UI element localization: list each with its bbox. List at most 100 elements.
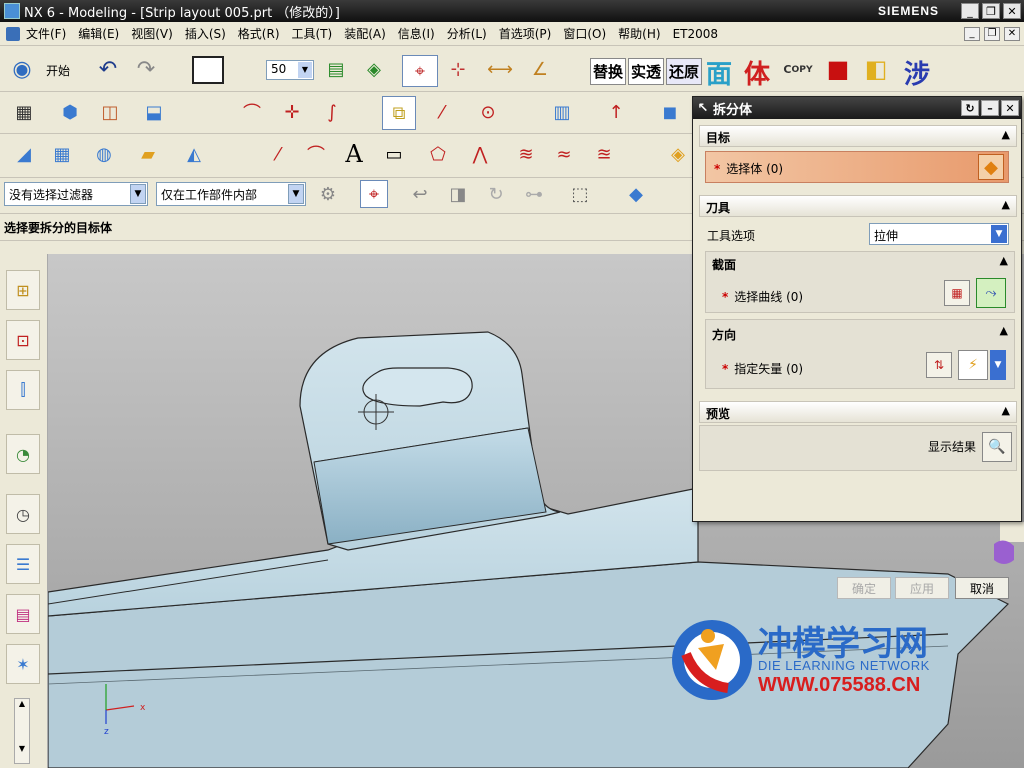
restore-button[interactable]: ❐ [982,3,1000,19]
chevron-up-icon[interactable]: ▲ [1002,198,1010,211]
history-clock-icon[interactable]: ◷ [6,494,40,534]
menu-analysis[interactable]: 分析(L) [441,25,493,42]
tool-option-select[interactable]: 拉伸 ▼ [869,223,1009,245]
dialog-minimize-button[interactable]: – [981,100,999,116]
basic-line-icon[interactable]: ⁄ [264,140,292,168]
part-navigator-tab-icon[interactable]: ⫿ [6,370,40,410]
feature-icon[interactable]: ◫ [96,98,124,126]
join-curve-icon[interactable]: ⧉ [382,96,416,130]
preview-section-header[interactable]: 预览 ▲ [699,401,1017,423]
menu-file[interactable]: 文件(F) [20,25,72,42]
scroll-arrows[interactable]: ▲ ▼ [14,698,30,764]
sketch-section-icon[interactable]: ▦ [944,280,970,306]
system-materials-icon[interactable]: ☰ [6,544,40,584]
close-button[interactable]: ✕ [1003,3,1021,19]
reset-icon[interactable]: ↻ [961,100,979,116]
datum-plane-icon[interactable]: ⬓ [140,98,168,126]
apply-button[interactable]: 应用 [895,577,949,599]
constraint-navigator-icon[interactable]: ⊡ [6,320,40,360]
restore-tool-button[interactable]: 还原 [666,58,703,85]
body-tool-button[interactable]: 体 [744,54,770,91]
select-all-icon[interactable]: ⚙ [314,180,342,208]
measure-angle-icon[interactable]: ∠ [526,55,554,83]
deselect-icon[interactable]: ↩ [406,180,434,208]
intersect-curve-icon[interactable]: ✛ [278,98,306,126]
text-icon[interactable]: A [340,140,368,168]
minimize-button[interactable]: _ [961,3,979,19]
arc-icon[interactable]: ⌒ [302,140,330,168]
chevron-up-icon[interactable]: ▲ [1002,128,1010,141]
scroll-up-icon[interactable]: ▲ [15,699,29,708]
reverse-direction-icon[interactable]: ⇅ [926,352,952,378]
scroll-down-icon[interactable]: ▼ [15,744,29,753]
start-label[interactable]: 开始 [46,62,70,79]
sketch-icon[interactable]: ▦ [10,98,38,126]
offset-curve-icon[interactable]: ≋ [512,140,540,168]
doc-close-button[interactable]: ✕ [1004,26,1020,41]
layer-settings-icon[interactable]: ▤ [322,55,350,83]
red-cube-icon[interactable]: ■ [824,55,852,83]
spline-icon[interactable]: ∫ [318,98,346,126]
dialog-pin-icon[interactable]: ↖ [693,101,713,116]
block-icon[interactable]: ◼ [656,98,684,126]
reuse-library-icon[interactable]: ◔ [6,434,40,474]
interference-tool-button[interactable]: 涉 [904,54,930,91]
view-cube-icon[interactable]: ◈ [664,140,692,168]
wcs-dynamics-icon[interactable]: ⌖ [402,55,438,87]
polygon-icon[interactable]: ⬠ [424,140,452,168]
snap-point-icon[interactable]: ⌖ [360,180,388,208]
move-to-layer-icon[interactable]: ◈ [360,55,388,83]
rectangle-icon[interactable]: ▭ [380,140,408,168]
line-icon[interactable]: ⁄ [428,98,456,126]
chevron-down-icon[interactable]: ▼ [298,62,312,78]
menu-edit[interactable]: 编辑(E) [72,25,125,42]
type-filter-select[interactable]: 没有选择过滤器 ▼ [4,182,148,206]
arrow-up-icon[interactable]: ↑ [602,98,630,126]
trim-curve-icon[interactable]: ⌒ [238,98,266,126]
rotate-select-icon[interactable]: ↻ [482,180,510,208]
menu-help[interactable]: 帮助(H) [612,25,666,42]
start-icon[interactable]: ◉ [8,55,36,83]
solid-transparent-button[interactable]: 实透 [628,58,665,85]
book-icon[interactable]: ▥ [548,98,576,126]
yellow-cube-icon[interactable]: ◧ [862,55,890,83]
menu-tools[interactable]: 工具(T) [286,25,339,42]
undo-icon[interactable]: ↶ [94,55,122,83]
bridge-curve-icon[interactable]: ≈ [550,140,578,168]
copy-icon[interactable]: C OPY [783,55,812,83]
menu-et2008[interactable]: ET2008 [667,27,724,41]
face-tool-button[interactable]: 面 [706,54,732,91]
wcs-origin-icon[interactable]: ⊹ [444,55,472,83]
dialog-close-button[interactable]: ✕ [1001,100,1019,116]
measure-distance-icon[interactable]: ⟷ [486,55,514,83]
mesh-surface-icon[interactable]: ▦ [48,140,76,168]
feature-select-icon[interactable]: ◨ [444,180,472,208]
cancel-button[interactable]: 取消 [955,577,1009,599]
select-body-row[interactable]: * 选择体 (0) ◆ [705,151,1009,183]
redo-icon[interactable]: ↷ [132,55,160,83]
doc-minimize-button[interactable]: _ [964,26,980,41]
studio-spline-icon[interactable]: ⋀ [466,140,494,168]
through-curves-icon[interactable]: ◍ [90,140,118,168]
replace-button[interactable]: 替换 [590,58,627,85]
tool-section-header[interactable]: 刀具 ▲ [699,195,1017,217]
assembly-navigator-icon[interactable]: ⊞ [6,270,40,310]
menu-window[interactable]: 窗口(O) [557,25,612,42]
magnifier-icon[interactable]: 🔍 [982,432,1012,462]
chevron-up-icon[interactable]: ▲ [1000,254,1008,267]
roles-icon[interactable]: ✶ [6,644,40,684]
surface-icon[interactable]: ◢ [10,140,38,168]
chevron-down-icon[interactable]: ▼ [130,184,146,204]
palette-icon[interactable]: ▤ [6,594,40,634]
find-select-icon[interactable]: ⊶ [520,180,548,208]
part-navigator-icon[interactable]: ◆ [622,180,650,208]
project-curve-icon[interactable]: ≊ [590,140,618,168]
sweep-icon[interactable]: ◭ [180,140,208,168]
chevron-down-icon[interactable]: ▼ [991,225,1007,243]
doc-restore-button[interactable]: ❐ [984,26,1000,41]
vector-icon[interactable]: ⚡ [958,350,988,380]
ok-button[interactable]: 确定 [837,577,891,599]
extrude-icon[interactable]: ⬢ [56,98,84,126]
chevron-down-icon[interactable]: ▼ [288,184,304,204]
curve-select-icon[interactable]: ⤳ [976,278,1006,308]
